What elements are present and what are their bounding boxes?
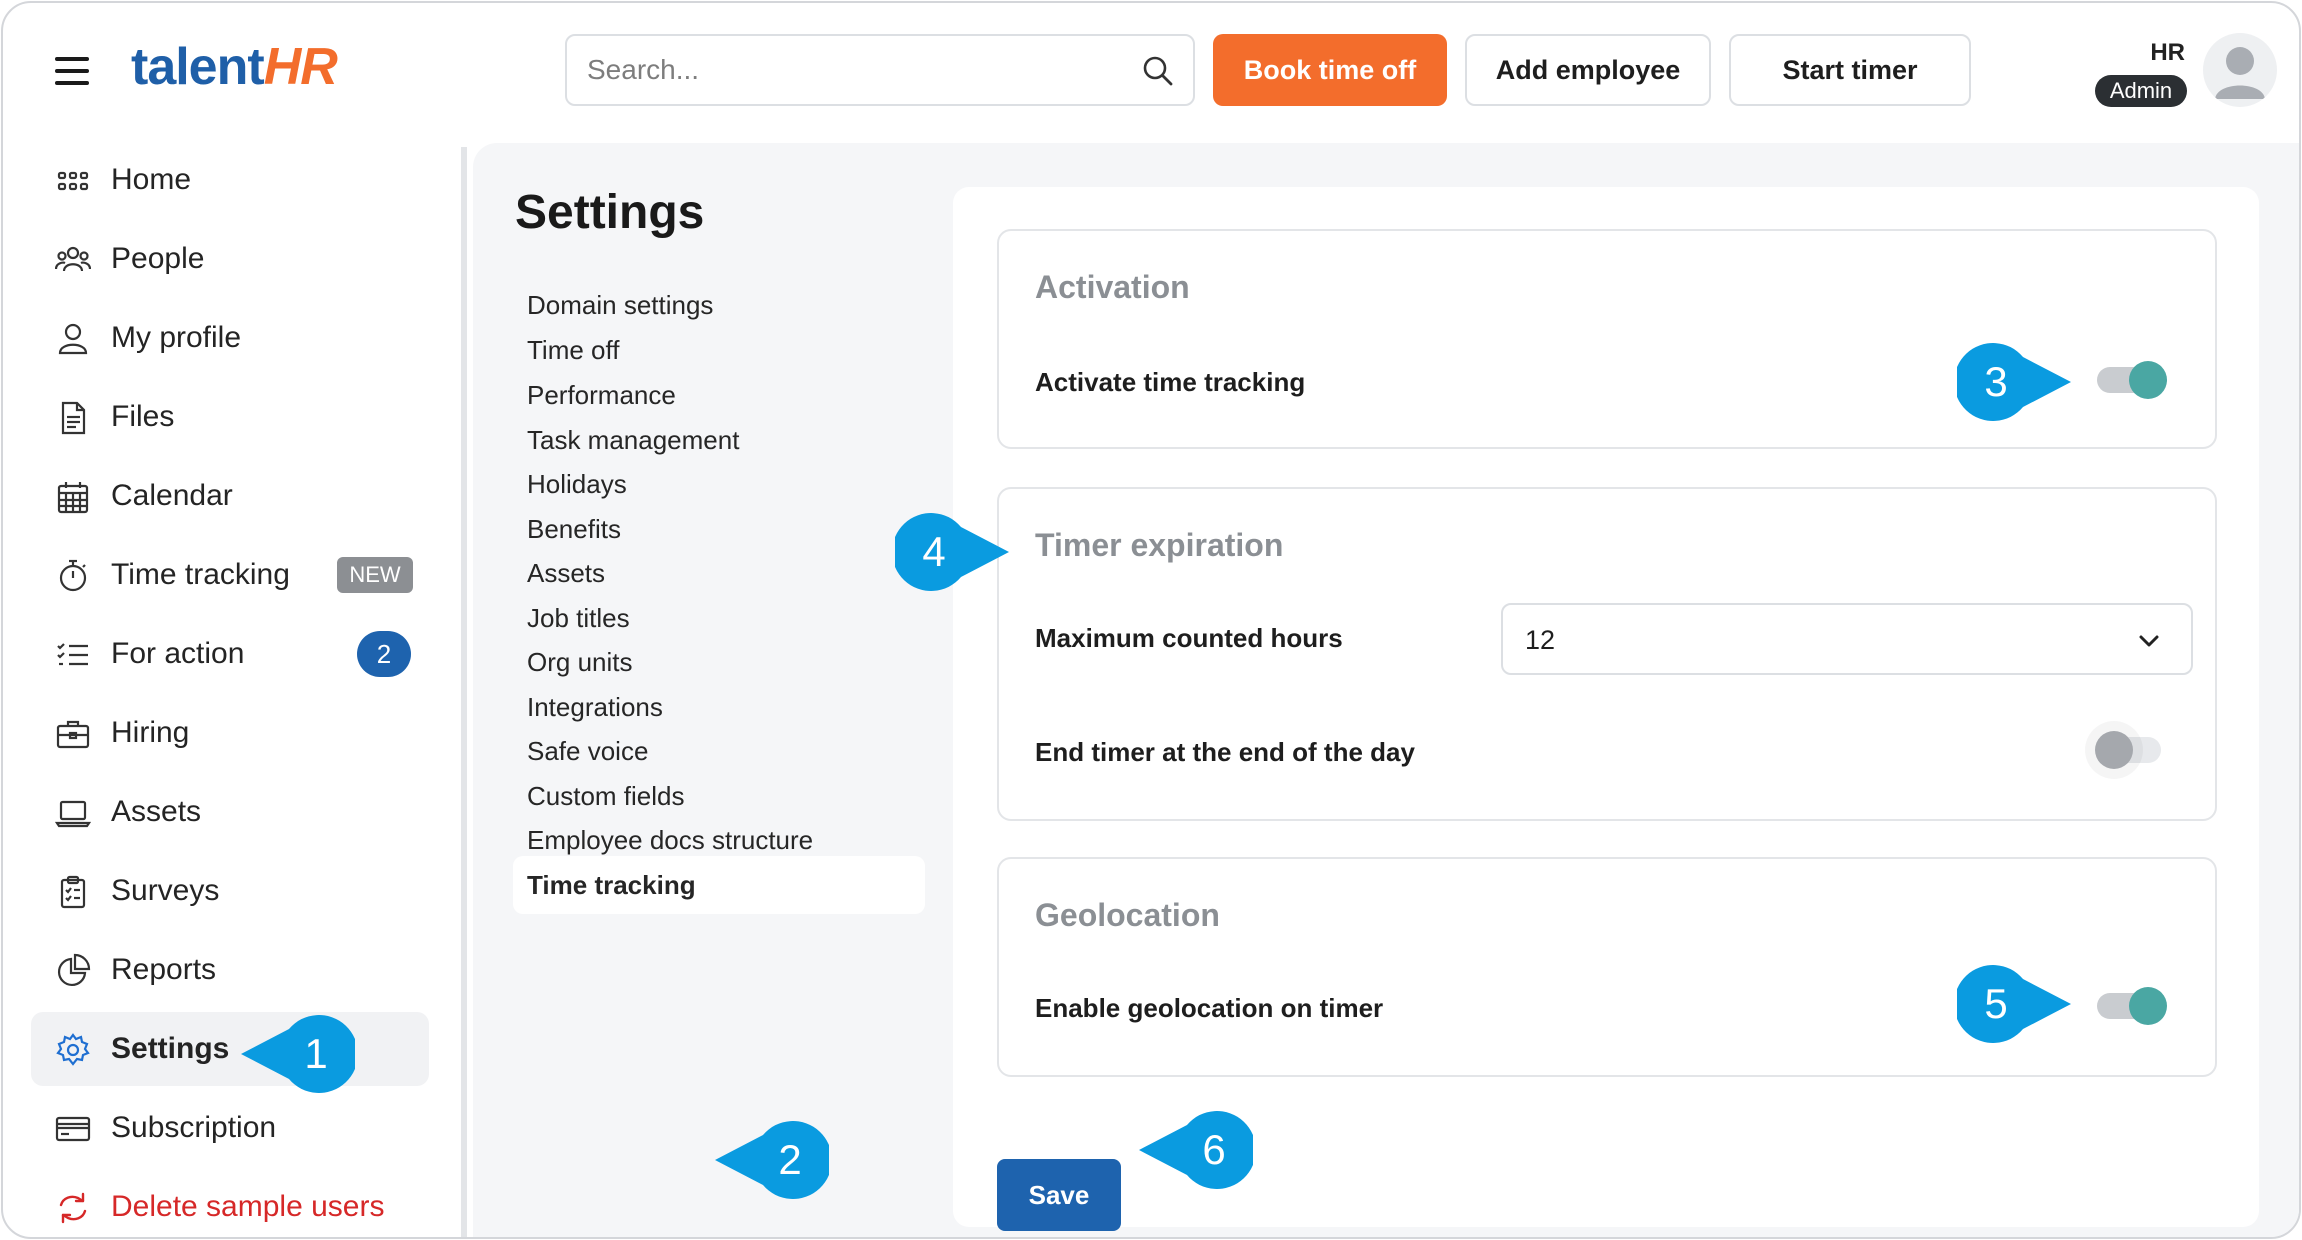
add-employee-button[interactable]: Add employee bbox=[1465, 34, 1711, 106]
credit-card-icon bbox=[55, 1116, 91, 1142]
sidebar-item-label: Assets bbox=[111, 795, 202, 828]
chevron-down-icon bbox=[2139, 635, 2159, 647]
app-logo[interactable]: talentHR bbox=[131, 37, 338, 97]
action-count-badge: 2 bbox=[357, 631, 411, 677]
briefcase-icon bbox=[56, 720, 90, 749]
activation-title: Activation bbox=[1035, 269, 1190, 305]
callout-marker-1: 1 bbox=[241, 1015, 358, 1093]
activate-time-tracking-label: Activate time tracking bbox=[1035, 367, 1306, 397]
refresh-icon bbox=[59, 1192, 87, 1224]
callout-number: 5 bbox=[1984, 980, 2008, 1027]
save-button[interactable]: Save bbox=[997, 1159, 1121, 1231]
sidebar-item-reports[interactable]: Reports bbox=[31, 933, 429, 1007]
sidebar-item-label: Hiring bbox=[111, 716, 190, 749]
people-icon bbox=[55, 246, 91, 272]
clipboard-icon bbox=[60, 875, 86, 909]
callout-marker-5: 5 bbox=[1954, 965, 2071, 1043]
sidebar-item-label: My profile bbox=[111, 321, 242, 354]
top-header: talentHR Book time off Add employee Star… bbox=[3, 3, 2299, 143]
search-icon[interactable] bbox=[1141, 54, 1175, 88]
callout-marker-2: 2 bbox=[715, 1121, 832, 1199]
sidebar-item-assets[interactable]: Assets bbox=[31, 775, 429, 849]
grid-icon bbox=[57, 171, 89, 191]
search-input[interactable] bbox=[587, 50, 1127, 90]
activate-time-tracking-toggle[interactable] bbox=[2097, 361, 2167, 399]
avatar[interactable] bbox=[2203, 33, 2277, 107]
callout-number: 3 bbox=[1984, 358, 2008, 405]
gear-icon bbox=[56, 1033, 90, 1066]
sidebar-item-label: For action bbox=[111, 637, 245, 670]
enable-geolocation-label: Enable geolocation on timer bbox=[1035, 993, 1384, 1023]
enable-geolocation-toggle[interactable] bbox=[2097, 987, 2167, 1025]
sidebar: Home People My profile Files Calendar Ti… bbox=[3, 143, 463, 1237]
timer-expiration-title: Timer expiration bbox=[1035, 527, 1284, 563]
user-icon bbox=[58, 323, 88, 355]
sidebar-item-my-profile[interactable]: My profile bbox=[31, 301, 429, 375]
callout-marker-4: 4 bbox=[892, 513, 1009, 591]
logo-hr-text: HR bbox=[263, 38, 338, 96]
sidebar-divider bbox=[461, 147, 467, 1237]
callout-marker-6: 6 bbox=[1139, 1111, 1256, 1189]
user-role-badge: Admin bbox=[2095, 75, 2187, 107]
search-box bbox=[565, 34, 1195, 106]
callout-number: 2 bbox=[778, 1136, 802, 1183]
sidebar-item-label: Calendar bbox=[111, 479, 233, 512]
callout-marker-3: 3 bbox=[1954, 343, 2071, 421]
checklist-icon bbox=[57, 643, 88, 666]
maximum-counted-hours-select[interactable]: 12 bbox=[1501, 603, 2193, 675]
page-title: Settings bbox=[515, 186, 705, 239]
app-window: talentHR Book time off Add employee Star… bbox=[1, 1, 2301, 1239]
sidebar-item-label: People bbox=[111, 242, 205, 275]
pie-chart-icon bbox=[58, 953, 91, 986]
callout-number: 6 bbox=[1202, 1126, 1226, 1173]
sidebar-item-label: Home bbox=[111, 163, 192, 196]
sidebar-item-label: Reports bbox=[111, 953, 217, 986]
sidebar-item-delete-sample-users[interactable]: Delete sample users bbox=[31, 1170, 429, 1237]
end-timer-end-of-day-toggle[interactable] bbox=[2095, 731, 2161, 769]
main-content: Settings Domain settings Time off Perfor… bbox=[473, 143, 2299, 1237]
sidebar-item-label: Time tracking bbox=[111, 558, 290, 591]
timer-expiration-card: Timer expiration Maximum counted hours 1… bbox=[997, 487, 2217, 821]
user-name: HR bbox=[2150, 39, 2185, 66]
calendar-icon bbox=[57, 482, 89, 514]
sidebar-item-files[interactable]: Files bbox=[31, 380, 429, 454]
sidebar-item-label: Surveys bbox=[111, 874, 220, 907]
laptop-icon bbox=[55, 800, 91, 828]
sidebar-item-label: Delete sample users bbox=[111, 1190, 385, 1223]
sidebar-item-label: Subscription bbox=[111, 1111, 277, 1144]
sidebar-item-home[interactable]: Home bbox=[31, 143, 429, 217]
user-avatar-icon bbox=[2215, 47, 2265, 99]
new-badge: NEW bbox=[337, 557, 413, 593]
settings-menu-time-tracking[interactable]: Time tracking bbox=[513, 856, 925, 914]
sidebar-item-label: Files bbox=[111, 400, 175, 433]
sidebar-item-hiring[interactable]: Hiring bbox=[31, 696, 429, 770]
hamburger-menu-icon[interactable] bbox=[55, 57, 89, 85]
sidebar-item-for-action[interactable]: For action 2 bbox=[31, 617, 429, 691]
sidebar-item-label: Settings bbox=[111, 1032, 230, 1065]
sidebar-item-subscription[interactable]: Subscription bbox=[31, 1091, 429, 1165]
stopwatch-icon bbox=[59, 559, 87, 592]
maximum-counted-hours-label: Maximum counted hours bbox=[1035, 623, 1343, 653]
logo-text: talent bbox=[131, 38, 265, 96]
file-icon bbox=[61, 401, 86, 435]
callout-number: 1 bbox=[304, 1030, 328, 1077]
sidebar-item-settings[interactable]: Settings bbox=[31, 1012, 429, 1086]
sidebar-item-time-tracking[interactable]: Time tracking NEW bbox=[31, 538, 429, 612]
sidebar-item-calendar[interactable]: Calendar bbox=[31, 459, 429, 533]
geolocation-title: Geolocation bbox=[1035, 897, 1220, 933]
sidebar-item-people[interactable]: People bbox=[31, 222, 429, 296]
start-timer-button[interactable]: Start timer bbox=[1729, 34, 1971, 106]
callout-number: 4 bbox=[922, 528, 946, 575]
book-time-off-button[interactable]: Book time off bbox=[1213, 34, 1447, 106]
sidebar-item-surveys[interactable]: Surveys bbox=[31, 854, 429, 928]
end-timer-end-of-day-label: End timer at the end of the day bbox=[1035, 737, 1415, 767]
select-value: 12 bbox=[1525, 625, 1556, 655]
